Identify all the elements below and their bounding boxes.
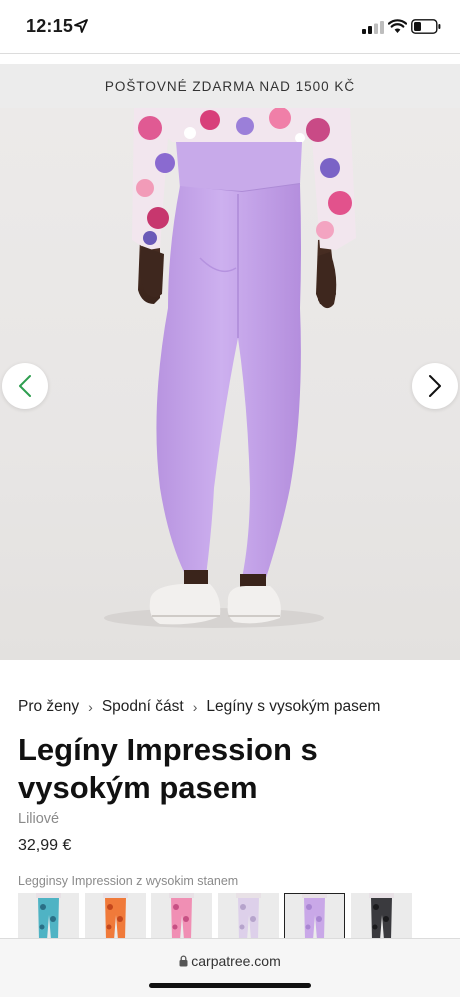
battery-icon: [411, 19, 441, 34]
variant-label: Legginsy Impression z wysokim stanem: [18, 874, 239, 888]
breadcrumb-link-leginy[interactable]: Legíny s vysokým pasem: [206, 698, 380, 716]
product-color-name: Liliové: [18, 811, 60, 827]
promo-banner: POŠTOVNÉ ZDARMA NAD 1500 KČ: [0, 64, 460, 108]
browser-address-bar[interactable]: carpatree.com: [0, 938, 460, 997]
breadcrumb: Pro ženy › Spodní část › Legíny s vysoký…: [18, 698, 380, 716]
chevron-left-icon: [19, 375, 31, 397]
variant-thumbnail[interactable]: [284, 893, 345, 940]
variant-thumbnail-image: [36, 893, 61, 940]
breadcrumb-separator-icon: ›: [192, 699, 198, 715]
wifi-icon: [388, 19, 407, 33]
header-divider: [0, 53, 460, 54]
gallery-next-button[interactable]: [412, 363, 458, 409]
variant-thumbnail-image: [102, 893, 128, 940]
variant-thumbnail[interactable]: [151, 893, 212, 940]
breadcrumb-link-pro-zeny[interactable]: Pro ženy: [18, 698, 79, 716]
url-text: carpatree.com: [191, 953, 281, 969]
location-arrow-icon: [74, 19, 88, 33]
variant-thumbnail[interactable]: [217, 893, 279, 940]
home-indicator[interactable]: [149, 983, 311, 988]
status-bar: 12:15: [0, 0, 460, 54]
status-time: 12:15: [26, 16, 74, 36]
variant-thumbnail-image: [235, 893, 261, 940]
variant-thumbnail[interactable]: [18, 893, 79, 940]
variant-thumbnail[interactable]: [84, 893, 146, 940]
variant-thumbnails: [18, 893, 460, 940]
product-title: Legíny Impression s vysokým pasem: [18, 732, 318, 805]
signal-icon: [362, 21, 384, 34]
product-image-gallery[interactable]: [0, 108, 460, 660]
breadcrumb-separator-icon: ›: [88, 699, 93, 715]
gallery-prev-button[interactable]: [2, 363, 48, 409]
url-display[interactable]: carpatree.com: [0, 953, 460, 969]
product-photo: [104, 108, 356, 628]
lock-icon: [179, 955, 188, 967]
variant-thumbnail[interactable]: [350, 893, 412, 940]
variant-thumbnail-image: [368, 893, 394, 940]
product-price: 32,99 €: [18, 837, 72, 854]
promo-text: POŠTOVNÉ ZDARMA NAD 1500 KČ: [104, 78, 356, 94]
breadcrumb-link-spodni-cast[interactable]: Spodní část: [102, 698, 184, 716]
variant-thumbnail-image: [302, 893, 327, 940]
variant-thumbnail-image: [169, 893, 194, 940]
chevron-right-icon: [429, 375, 441, 397]
